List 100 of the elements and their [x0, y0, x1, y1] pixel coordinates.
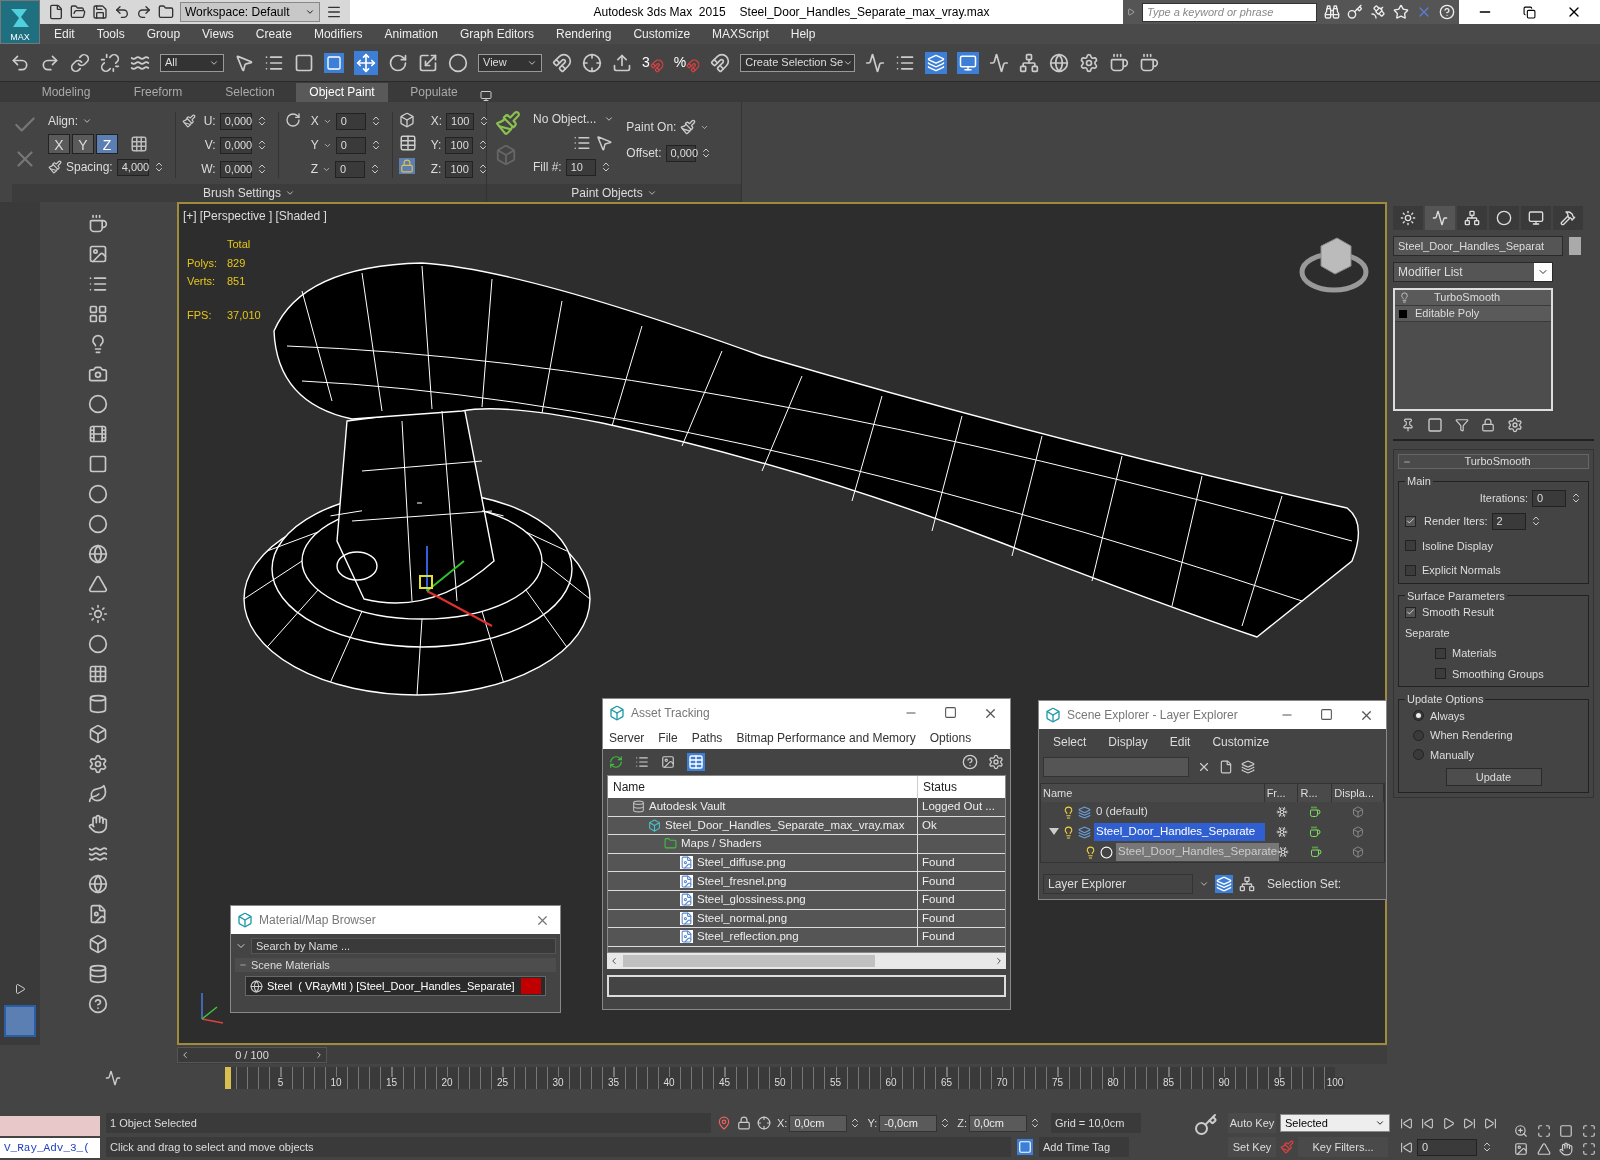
search-field[interactable]: Type a keyword or phrase [1142, 2, 1317, 22]
modifier-stack-item[interactable]: TurboSmooth [1395, 290, 1551, 306]
ribbon-tab[interactable]: Populate [388, 83, 480, 102]
menu-item[interactable]: Select [1053, 733, 1087, 751]
number-field[interactable]: 4,000 [116, 158, 149, 176]
layer-name[interactable]: Steel_Door_Handles_Separate [1094, 823, 1265, 841]
search-field[interactable]: Search by Name ... [251, 938, 556, 954]
number-field[interactable]: 0,000 [219, 160, 252, 178]
menu-item[interactable]: Paths [691, 729, 723, 747]
number-field[interactable]: 100 [445, 160, 474, 178]
set-key-button[interactable]: Set Key [1228, 1137, 1276, 1157]
menu-item[interactable]: Group [146, 25, 181, 43]
number-field[interactable]: 0 [335, 112, 366, 130]
number-field[interactable]: 0,000 [219, 112, 252, 130]
column-header[interactable]: Displa... [1332, 784, 1384, 802]
menu-item[interactable]: Create [255, 25, 292, 43]
ribbon-tab[interactable]: Object Paint [296, 83, 388, 102]
menu-item[interactable]: Customize [633, 25, 691, 43]
auto-key-button[interactable]: Auto Key [1228, 1113, 1276, 1133]
menu-item[interactable]: Tools [96, 25, 125, 43]
menu-item[interactable]: Display [1108, 733, 1148, 751]
menu-item[interactable]: Modifiers [313, 25, 363, 43]
column-header[interactable]: Status [918, 776, 1005, 798]
object-dropdown[interactable]: No Object... [533, 110, 615, 128]
column-header[interactable]: Name [608, 776, 918, 798]
menu-item[interactable]: Graph Editors [459, 25, 534, 43]
viewport-label[interactable]: [Perspective ] [199, 207, 273, 225]
add-time-tag-button[interactable]: Add Time Tag [1039, 1137, 1129, 1157]
menu-item[interactable]: Options [929, 729, 972, 747]
table-cell-text: Steel_Door_Handles_Separate_max_vray.max [665, 817, 905, 833]
checkbox-label: Smoothing Groups [1452, 666, 1544, 682]
layer-name[interactable]: 0 (default) [1094, 803, 1150, 821]
number-field[interactable]: 10 [565, 158, 596, 176]
frame-label: 65 [939, 1076, 954, 1089]
number-field[interactable]: 0 [1417, 1138, 1477, 1156]
key-filters-button[interactable]: Key Filters... [1298, 1137, 1388, 1157]
ribbon-tab[interactable]: Freeform [112, 83, 204, 102]
modifier-stack-item[interactable]: Editable Poly [1395, 306, 1551, 322]
stats-value: 851 [227, 274, 247, 289]
column-header[interactable]: Fr... [1264, 784, 1299, 802]
offset-label: U: [202, 113, 216, 130]
checkbox-label: Materials [1452, 646, 1497, 661]
selection-filter-dropdown[interactable]: All [160, 53, 224, 72]
panel-title: Brush Settings [202, 185, 281, 202]
number-field[interactable]: 2 [1491, 512, 1526, 530]
number-field[interactable]: 0 [1532, 489, 1566, 507]
menu-item[interactable]: Server [609, 729, 645, 747]
object-name-field[interactable]: Steel_Door_Handles_Separat [1393, 236, 1563, 256]
maxscript-input-field[interactable]: V_Ray_Adv_3_( [0, 1138, 100, 1158]
number-field[interactable]: -0,0cm [879, 1114, 938, 1132]
menu-item[interactable]: Animation [384, 25, 438, 43]
menu-item[interactable]: Views [202, 25, 234, 43]
frame-label: 55 [828, 1076, 843, 1089]
number-field[interactable]: 0 [335, 136, 366, 154]
key-mode-dropdown[interactable]: Selected [1280, 1114, 1390, 1132]
axis-toggle[interactable]: Y [72, 134, 94, 154]
menu-item[interactable]: MAXScript [712, 25, 769, 43]
number-field[interactable]: 0,0cm [789, 1114, 848, 1132]
viewport-label[interactable]: [+] [183, 207, 197, 225]
group-header: Scene Materials [251, 957, 330, 973]
frame-label: 10 [329, 1076, 343, 1089]
menu-item[interactable]: Customize [1212, 733, 1270, 751]
menu-item[interactable]: Edit [54, 25, 75, 43]
snap-toggle-label[interactable]: % [673, 52, 687, 73]
number-field[interactable]: 0,000 [219, 136, 252, 154]
menu-item[interactable]: File [658, 729, 678, 747]
menu-item[interactable]: Bitmap Performance and Memory [736, 729, 916, 747]
number-field[interactable]: 0,0cm [969, 1114, 1027, 1132]
ribbon-tab[interactable]: Modeling [20, 83, 112, 102]
time-slider-thumb[interactable]: 0 / 100 [177, 1047, 327, 1063]
column-header[interactable]: Name [1041, 784, 1265, 802]
spacing-label: Spacing: [66, 159, 113, 176]
update-button[interactable]: Update [1445, 768, 1542, 786]
stats-value: 829 [227, 255, 247, 271]
number-field[interactable]: 0 [335, 160, 366, 178]
frame-label: 80 [1106, 1076, 1120, 1089]
axis-toggle[interactable]: X [48, 134, 70, 154]
menu-item[interactable]: Help [790, 25, 816, 43]
number-field[interactable]: 100 [446, 112, 475, 130]
iterations-label: Iterations: [1479, 490, 1528, 506]
rollout-header[interactable]: TurboSmooth [1398, 454, 1589, 469]
ribbon-tab[interactable]: Selection [204, 83, 296, 102]
prompt-field: Click and drag to select and move objects [106, 1137, 1011, 1157]
modifier-list-dropdown[interactable]: Modifier List [1393, 262, 1553, 282]
workspace-dropdown[interactable]: Workspace: Default [180, 2, 320, 22]
viewport-label[interactable]: [Shaded ] [275, 207, 327, 225]
material-item[interactable]: Steel ( VRayMtl ) [Steel_Door_Handles_Separate] [245, 976, 546, 996]
menu-item[interactable]: Rendering [556, 25, 612, 43]
named-selection-dropdown[interactable]: Create Selection Se [740, 53, 856, 72]
number-field[interactable]: 0,000 [665, 144, 696, 162]
offset-label: Offset: [626, 145, 662, 162]
axis-toggle[interactable]: Z [96, 134, 118, 154]
menu-item[interactable]: Edit [1169, 733, 1191, 751]
snap-toggle-label[interactable]: 3 [642, 52, 650, 73]
explorer-dropdown[interactable]: Layer Explorer [1043, 874, 1193, 894]
app-menu-button[interactable]: MAX [0, 0, 40, 44]
reference-coordinate-dropdown[interactable]: View [478, 53, 542, 72]
group-title: Update Options [1406, 692, 1485, 707]
column-header[interactable]: R... [1298, 784, 1333, 802]
number-field[interactable]: 100 [445, 136, 474, 154]
